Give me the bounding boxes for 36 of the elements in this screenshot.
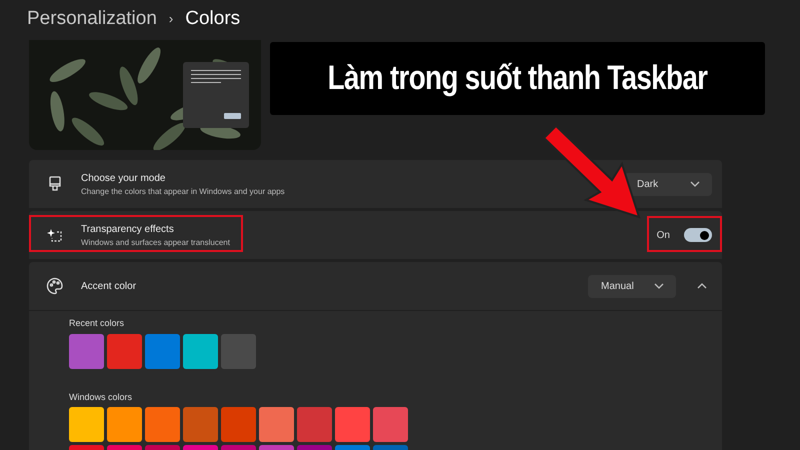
- color-swatch[interactable]: [69, 334, 104, 368]
- color-swatch[interactable]: [259, 407, 294, 442]
- setting-title: Accent color: [81, 280, 138, 294]
- color-swatch[interactable]: [145, 334, 180, 368]
- chevron-down-icon: [690, 181, 700, 187]
- section-label: Windows colors: [69, 390, 134, 404]
- sparkle-icon: [47, 227, 63, 243]
- breadcrumb-separator: ›: [168, 10, 174, 28]
- color-swatch[interactable]: [145, 407, 180, 442]
- palette-icon: [46, 277, 64, 295]
- chevron-down-icon: [654, 283, 664, 289]
- collapse-chevron-icon: [697, 283, 707, 289]
- color-swatch[interactable]: [69, 407, 104, 442]
- brush-icon: [48, 176, 62, 192]
- page-title: Colors: [185, 6, 240, 31]
- color-swatch[interactable]: [373, 407, 408, 442]
- color-swatch[interactable]: [183, 334, 218, 368]
- dropdown[interactable]: Manual: [588, 274, 676, 298]
- breadcrumb-link[interactable]: Personalization: [27, 4, 157, 34]
- setting-description: Windows and surfaces appear translucent: [81, 236, 231, 248]
- toggle-label: On: [656, 228, 670, 242]
- setting-title: Choose your mode: [81, 172, 166, 186]
- color-swatch[interactable]: [221, 334, 256, 368]
- section-label: Recent colors: [69, 317, 126, 330]
- color-swatch[interactable]: [221, 407, 256, 442]
- color-swatch[interactable]: [297, 407, 332, 442]
- toggle-switch[interactable]: [684, 228, 712, 242]
- title-banner: Làm trong suốt thanh Taskbar: [270, 42, 765, 115]
- dropdown[interactable]: Dark: [624, 172, 712, 196]
- setting-title: Transparency effects: [81, 222, 175, 236]
- setting-description: Change the colors that appear in Windows and your apps: [81, 186, 286, 198]
- color-swatch[interactable]: [107, 407, 142, 442]
- color-swatch[interactable]: [183, 407, 218, 442]
- color-swatch[interactable]: [107, 334, 142, 368]
- window-preview-drawing: [183, 62, 249, 128]
- color-swatch[interactable]: [335, 407, 370, 442]
